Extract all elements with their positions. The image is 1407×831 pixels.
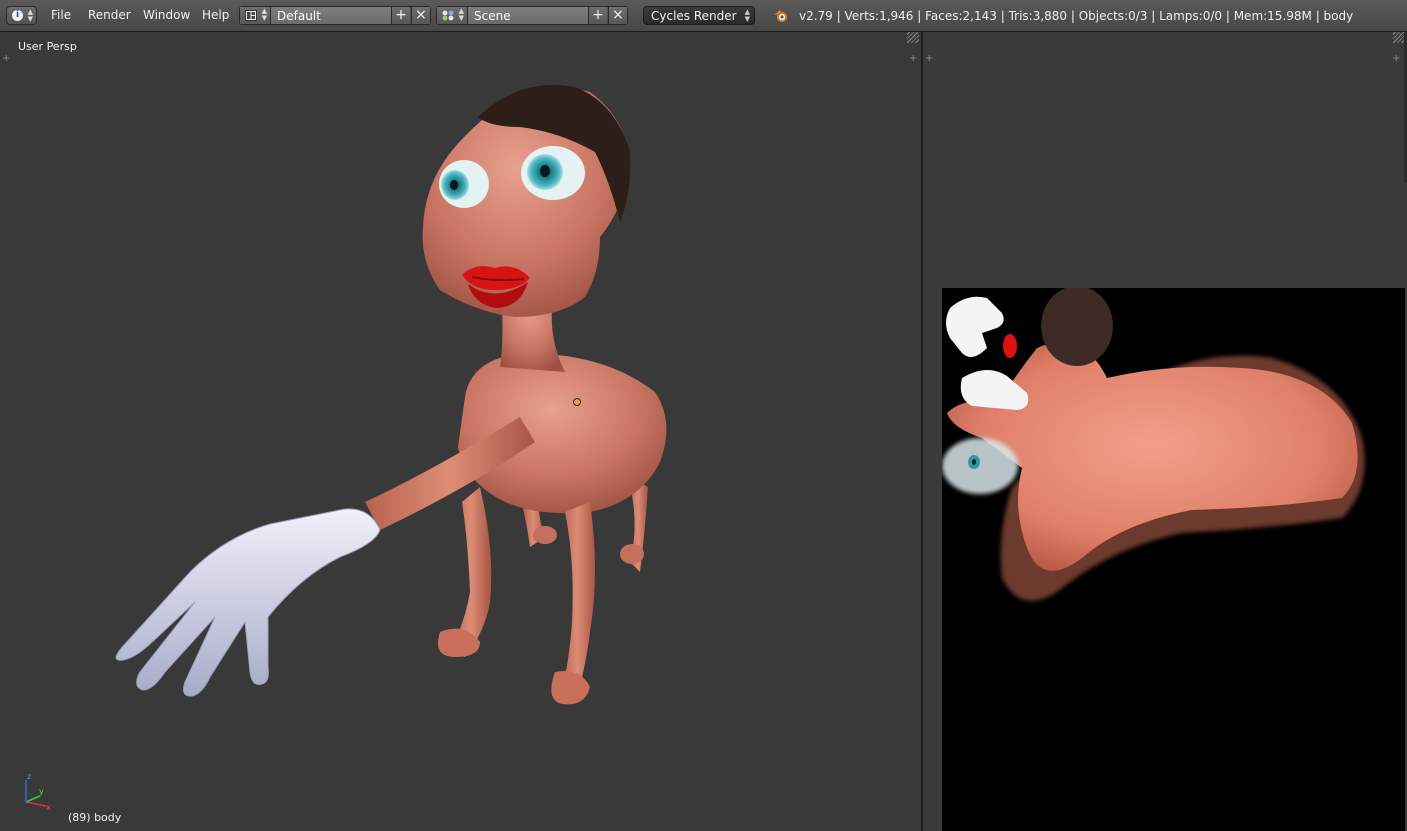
axis-x-label: x	[46, 803, 51, 812]
updown-arrows-icon: ▲ ▼	[27, 8, 33, 23]
viewport-scene	[115, 85, 667, 705]
back-hoof-left	[533, 526, 557, 544]
screen-layout-icon	[245, 10, 257, 21]
menu-window[interactable]: Window	[143, 8, 190, 22]
left-eye	[439, 160, 489, 208]
screen-layout-browse-button[interactable]: ▲ ▼	[240, 7, 271, 24]
render-engine-label: Cycles Render	[651, 9, 737, 23]
eye-uv-island	[942, 438, 1018, 494]
render-engine-select[interactable]: Cycles Render ▲ ▼	[643, 6, 755, 25]
object-origin-dot[interactable]	[573, 398, 581, 406]
remove-screen-button[interactable]: ×	[411, 7, 430, 24]
hair-uv-island	[1041, 286, 1113, 366]
texture-image[interactable]	[942, 286, 1405, 831]
axis-gizmo: z y x	[25, 772, 51, 812]
region-toggle-right[interactable]: +	[1392, 54, 1400, 64]
front-hoof-right	[551, 671, 590, 705]
lips-uv-island	[1003, 334, 1017, 358]
region-toggle-right[interactable]: +	[909, 54, 917, 64]
updown-arrows-icon: ▲ ▼	[744, 8, 750, 23]
axis-y-label: y	[39, 787, 44, 796]
screen-layout-name-field[interactable]: Default	[271, 7, 391, 24]
add-screen-button[interactable]: +	[391, 7, 410, 24]
right-eye	[521, 146, 585, 200]
scene-selector[interactable]: ▲ ▼ Scene + ×	[436, 6, 628, 25]
3d-viewport[interactable]: User Persp + + z y x (89) body	[0, 32, 921, 831]
scene-icon	[442, 10, 454, 21]
uv-image-editor[interactable]: + +	[923, 32, 1407, 831]
region-toggle-left[interactable]: +	[2, 54, 10, 64]
info-header: i ▲ ▼ File Render Window Help ▲ ▼ Default …	[0, 0, 1407, 32]
area-split-handle[interactable]	[907, 32, 919, 43]
white-glove	[115, 508, 381, 697]
menu-file[interactable]: File	[51, 8, 71, 22]
remove-scene-button[interactable]: ×	[608, 7, 627, 24]
scene-statistics: v2.79 | Verts:1,946 | Faces:2,143 | Tris…	[799, 9, 1354, 23]
scene-browse-button[interactable]: ▲ ▼	[437, 7, 468, 24]
editor-type-button[interactable]: i ▲ ▼	[6, 6, 37, 25]
add-scene-button[interactable]: +	[588, 7, 607, 24]
scene-name-field[interactable]: Scene	[468, 7, 588, 24]
axis-z-label: z	[27, 772, 31, 781]
screen-layout-selector[interactable]: ▲ ▼ Default + ×	[239, 6, 431, 25]
creature-body	[458, 353, 667, 514]
menu-help[interactable]: Help	[202, 8, 229, 22]
view-name-label: User Persp	[18, 40, 77, 53]
object-frame-label: (89) body	[68, 811, 122, 824]
region-toggle-left[interactable]: +	[925, 54, 933, 64]
texture-map-art	[942, 286, 1365, 601]
menu-render[interactable]: Render	[88, 8, 131, 22]
back-hoof-right	[620, 544, 644, 564]
blender-logo-icon	[774, 10, 787, 22]
info-icon: i	[12, 10, 23, 21]
glove-uv-island-top	[946, 296, 1004, 357]
